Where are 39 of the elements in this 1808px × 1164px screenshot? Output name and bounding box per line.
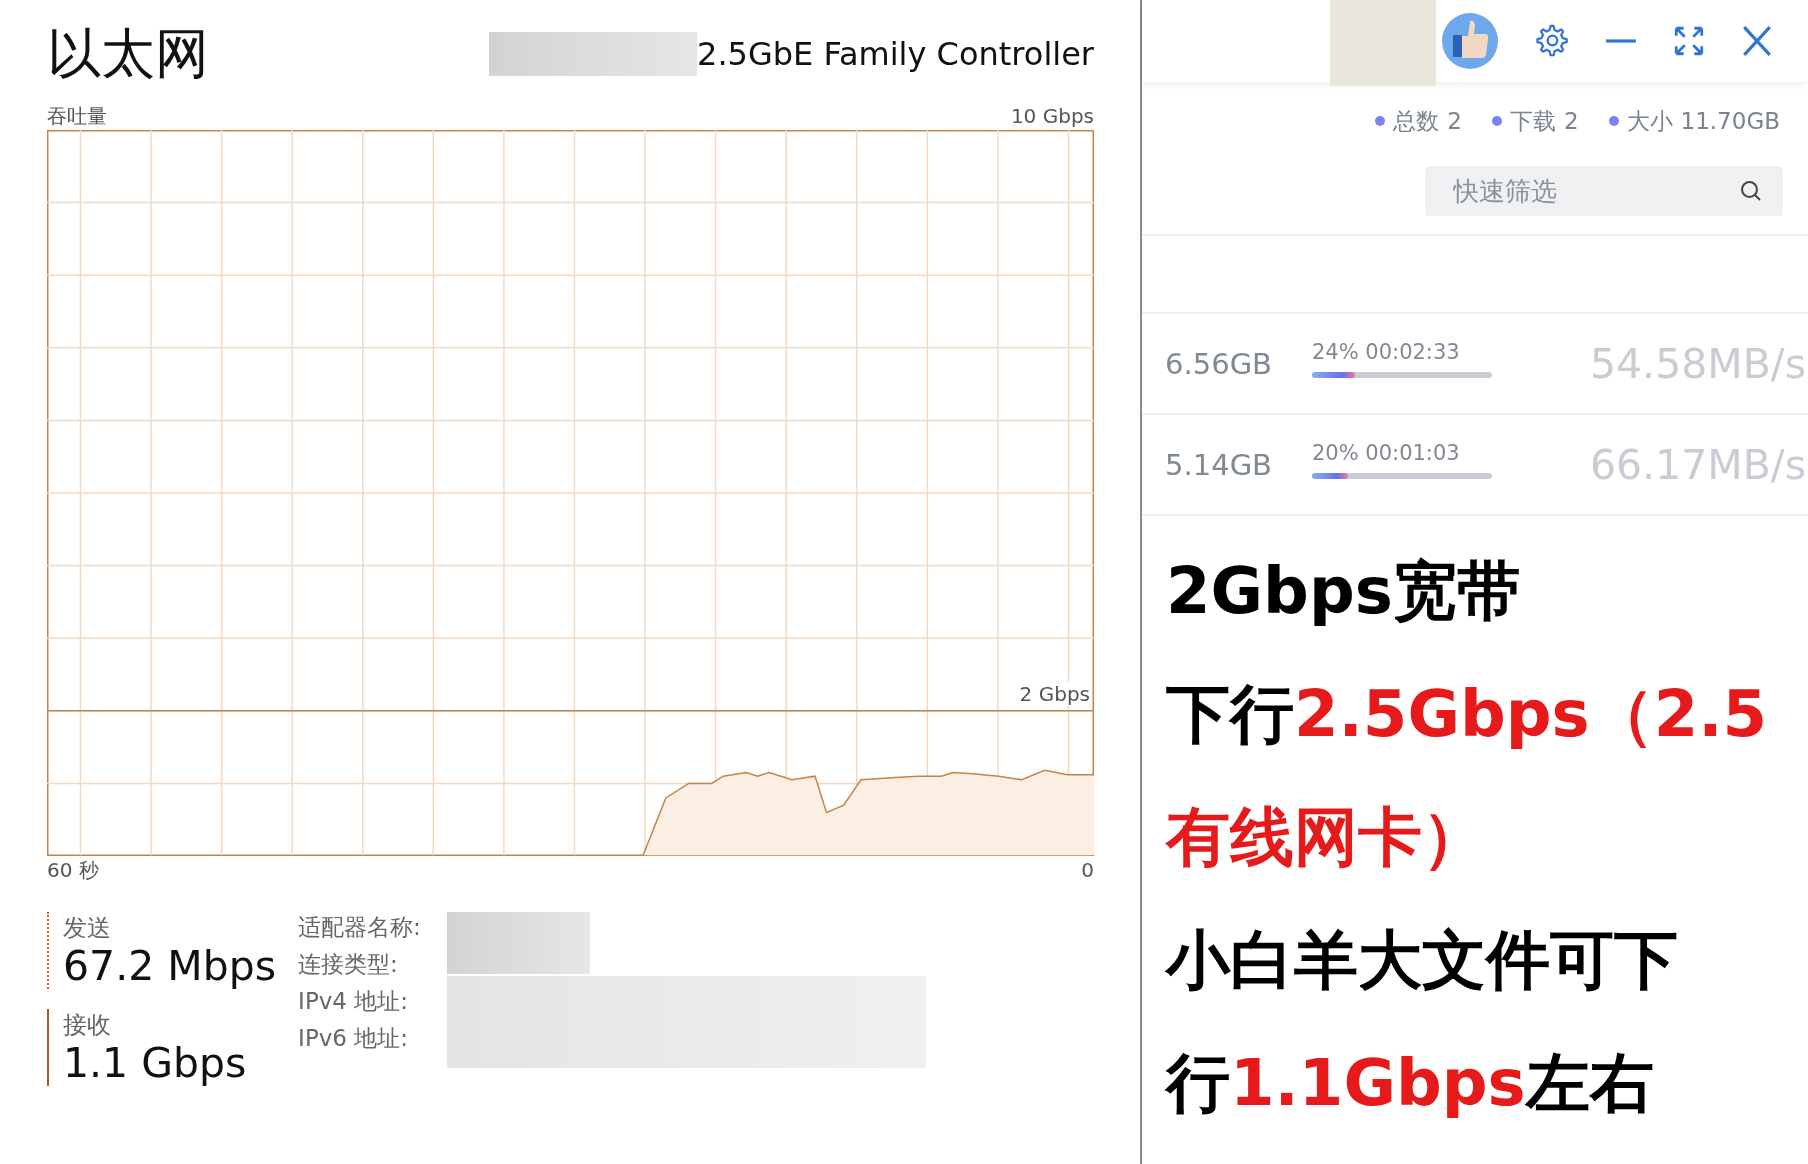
send-label: 发送 bbox=[63, 913, 112, 944]
detail-label: 适配器名称: bbox=[298, 913, 421, 942]
caption-text: 小白羊大文件可下 bbox=[1166, 923, 1678, 997]
thumbs-up-icon[interactable] bbox=[1442, 13, 1498, 69]
axis-max-label: 10 Gbps bbox=[1010, 104, 1094, 128]
receive-value: 1.1 Gbps bbox=[63, 1041, 248, 1087]
caption-text: 行 bbox=[1166, 1046, 1230, 1120]
time-end-label: 0 bbox=[1081, 858, 1094, 882]
graph-label: 吞吐量 bbox=[47, 102, 107, 130]
detail-label: IPv6 地址: bbox=[298, 1024, 410, 1053]
search-icon[interactable] bbox=[1739, 179, 1763, 203]
highlighted-caption-text: 1.1Gbps bbox=[1230, 1046, 1526, 1120]
panel-title: 以太网 bbox=[47, 20, 209, 87]
stat-label: 下载 bbox=[1509, 106, 1556, 136]
highlighted-caption-text: 2.5Gbps（2.5 bbox=[1294, 677, 1767, 751]
send-value: 67.2 Mbps bbox=[63, 944, 277, 990]
caption-text: 下行 bbox=[1166, 677, 1294, 751]
stat-value: 2 bbox=[1563, 108, 1579, 134]
file-size: 6.56GB bbox=[1164, 346, 1272, 381]
stat-label: 总数 bbox=[1393, 106, 1440, 136]
stat-value: 2 bbox=[1447, 108, 1462, 134]
fullscreen-icon[interactable] bbox=[1672, 24, 1706, 58]
settings-icon[interactable] bbox=[1536, 24, 1570, 58]
stat-label: 大小 bbox=[1626, 106, 1673, 136]
stat-value: 11.70GB bbox=[1680, 108, 1780, 134]
time-start-label: 60 秒 bbox=[47, 856, 99, 884]
caption-text: 左右 bbox=[1525, 1046, 1654, 1120]
highlighted-caption-text: 有线网卡） bbox=[1166, 800, 1486, 874]
caption-text: 2Gbps宽带 bbox=[1166, 554, 1521, 628]
receive-label: 接收 bbox=[63, 1010, 112, 1042]
detail-label: IPv4 地址: bbox=[298, 987, 410, 1016]
detail-label: 连接类型: bbox=[298, 950, 399, 979]
adapter-name: 2.5GbE Family Controller bbox=[697, 35, 1094, 73]
close-icon[interactable] bbox=[1740, 24, 1774, 58]
marker-label: 2 Gbps bbox=[1019, 682, 1090, 706]
search-field[interactable]: 快速筛选 bbox=[1425, 166, 1783, 216]
file-size: 5.14GB bbox=[1164, 447, 1272, 482]
progress-text: 24% 00:02:33 bbox=[1312, 339, 1461, 364]
progress-text: 20% 00:01:03 bbox=[1312, 440, 1461, 465]
